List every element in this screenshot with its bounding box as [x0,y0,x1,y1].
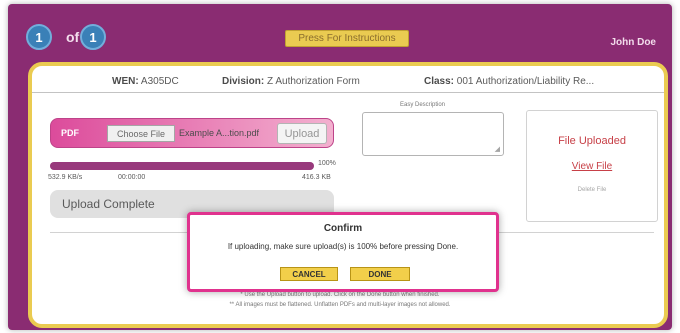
done-button[interactable]: DONE [350,267,410,281]
confirm-dialog: Confirm If uploading, make sure upload(s… [187,212,499,292]
dialog-title: Confirm [323,223,363,234]
cancel-button[interactable]: CANCEL [280,267,338,281]
dialog-message: If uploading, make sure upload(s) is 100… [227,242,459,251]
